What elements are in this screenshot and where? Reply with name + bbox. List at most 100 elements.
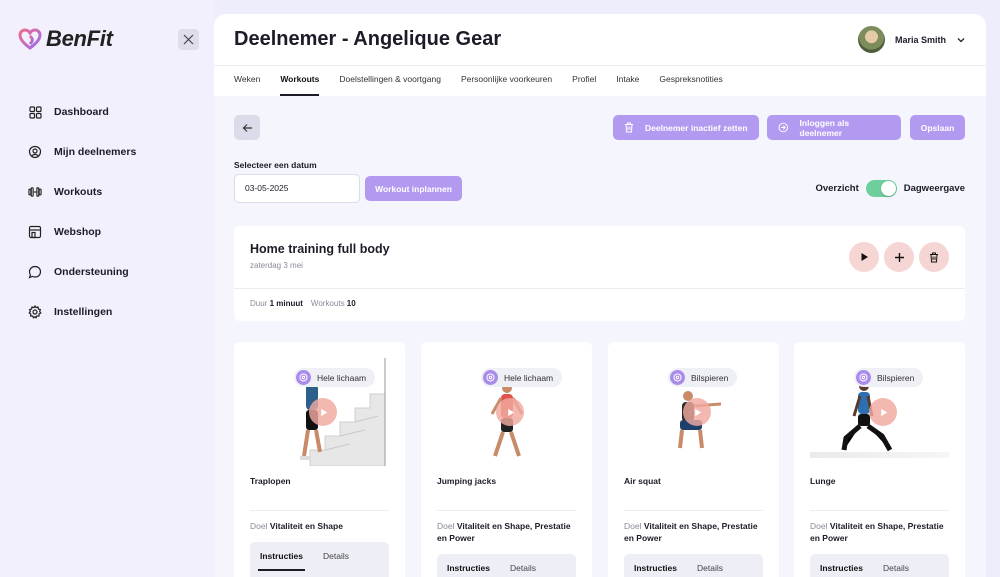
- grid-icon: [28, 105, 42, 119]
- sidebar-item-label: Instellingen: [54, 306, 113, 318]
- exercise-goal: Doel Vitaliteit en Shape, Prestatie en P…: [624, 521, 758, 543]
- exercise-card[interactable]: Bilspieren Lunge Doel Vitaliteit en Shap…: [794, 342, 965, 577]
- add-exercise-button[interactable]: [884, 242, 914, 272]
- sidebar-item-webshop[interactable]: Webshop: [28, 212, 136, 252]
- tab-profiel[interactable]: Profiel: [572, 66, 596, 97]
- duration: Duur 1 minuut: [250, 299, 303, 308]
- tab-instructies[interactable]: Instructies: [820, 554, 863, 577]
- gear-icon: [28, 305, 42, 319]
- sidebar-item-mijn-deelnemers[interactable]: Mijn deelnemers: [28, 132, 136, 172]
- play-icon: [694, 408, 701, 416]
- tab-details[interactable]: Details: [697, 554, 723, 577]
- play-video-button[interactable]: [496, 398, 524, 426]
- play-icon: [880, 408, 887, 416]
- tab-gespreksnotities[interactable]: Gespreksnotities: [659, 66, 722, 97]
- user-menu[interactable]: Maria Smith: [857, 26, 966, 53]
- sidebar-item-label: Workouts: [54, 186, 103, 198]
- people-icon: [28, 145, 42, 159]
- play-workout-button[interactable]: [849, 242, 879, 272]
- sidebar-close-button[interactable]: [178, 29, 199, 50]
- view-toggle: Overzicht Dagweergave: [815, 180, 965, 197]
- sidebar-nav: Dashboard Mijn deelnemers Workouts Websh…: [28, 92, 136, 332]
- exercise-name: Jumping jacks: [437, 476, 497, 486]
- muscle-group-badge: Hele lichaam: [294, 368, 376, 387]
- sidebar-item-dashboard[interactable]: Dashboard: [28, 92, 136, 132]
- tab-persoonlijke-voorkeuren[interactable]: Persoonlijke voorkeuren: [461, 66, 552, 97]
- play-icon: [507, 408, 514, 416]
- close-icon: [183, 34, 194, 45]
- exercise-card[interactable]: Hele lichaam Traplopen Doel Vitaliteit e…: [234, 342, 405, 577]
- brand-logo[interactable]: BenFit: [18, 26, 113, 52]
- page-header: Deelnemer - Angelique Gear Maria Smith: [214, 14, 986, 65]
- chevron-down-icon: [957, 37, 965, 42]
- target-icon: [296, 370, 311, 385]
- exercise-video-thumbnail[interactable]: Bilspieren: [810, 358, 949, 466]
- toggle-knob: [880, 181, 896, 196]
- target-icon: [856, 370, 871, 385]
- sidebar-item-instellingen[interactable]: Instellingen: [28, 292, 136, 332]
- schedule-workout-button[interactable]: Workout inplannen: [365, 176, 462, 201]
- workout-date: zaterdag 3 mei: [250, 261, 303, 270]
- tab-instructies[interactable]: Instructies: [447, 554, 490, 577]
- play-video-button[interactable]: [309, 398, 337, 426]
- badge-label: Hele lichaam: [504, 372, 554, 383]
- play-video-button[interactable]: [869, 398, 897, 426]
- exercise-video-thumbnail[interactable]: Bilspieren: [624, 358, 763, 466]
- trash-icon: [930, 252, 938, 262]
- date-picker-label: Selecteer een datum: [234, 160, 317, 170]
- badge-label: Hele lichaam: [317, 372, 367, 383]
- exercise-card[interactable]: Bilspieren Air squat Doel Vitaliteit en …: [608, 342, 779, 577]
- tab-details[interactable]: Details: [883, 554, 909, 577]
- login-as-label: Inloggen als deelnemer: [799, 117, 850, 138]
- view-toggle-switch[interactable]: [865, 180, 897, 197]
- login-icon: [778, 122, 789, 133]
- exercise-card[interactable]: Hele lichaam Jumping jacks Doel Vitalite…: [421, 342, 592, 577]
- tab-doelstellingen[interactable]: Doelstellingen & voortgang: [339, 66, 441, 97]
- exercise-name: Lunge: [810, 476, 836, 486]
- back-button[interactable]: [234, 115, 260, 140]
- tab-instructies[interactable]: Instructies: [634, 554, 677, 577]
- exercise-tabs: Instructies Details: [624, 554, 763, 577]
- tab-details[interactable]: Details: [510, 554, 536, 577]
- sidebar-item-workouts[interactable]: Workouts: [28, 172, 136, 212]
- muscle-group-badge: Bilspieren: [854, 368, 924, 387]
- heart-logo-icon: [18, 28, 42, 50]
- toggle-left-label: Overzicht: [815, 183, 859, 194]
- sidebar: BenFit Dashboard Mijn deelnemers Workout…: [0, 0, 214, 577]
- arrow-left-icon: [242, 123, 252, 132]
- divider: [437, 510, 576, 511]
- sidebar-item-label: Dashboard: [54, 106, 109, 118]
- plus-icon: [894, 252, 904, 262]
- target-icon: [670, 370, 685, 385]
- tab-intake[interactable]: Intake: [616, 66, 639, 97]
- sidebar-item-label: Ondersteuning: [54, 266, 129, 278]
- sidebar-item-ondersteuning[interactable]: Ondersteuning: [28, 252, 136, 292]
- login-as-participant-button[interactable]: Inloggen als deelnemer: [767, 115, 901, 140]
- tab-weken[interactable]: Weken: [234, 66, 260, 97]
- badge-label: Bilspieren: [877, 372, 915, 383]
- workout-title: Home training full body: [250, 242, 390, 256]
- muscle-group-badge: Hele lichaam: [481, 368, 563, 387]
- exercise-video-thumbnail[interactable]: Hele lichaam: [250, 358, 389, 466]
- play-video-button[interactable]: [683, 398, 711, 426]
- dumbbell-icon: [28, 185, 42, 199]
- muscle-group-badge: Bilspieren: [668, 368, 738, 387]
- exercise-tabs: Instructies Details: [437, 554, 576, 577]
- exercise-name: Traplopen: [250, 476, 291, 486]
- exercise-goal: Doel Vitaliteit en Shape: [250, 521, 343, 531]
- sidebar-item-label: Mijn deelnemers: [54, 146, 137, 158]
- save-button[interactable]: Opslaan: [910, 115, 965, 140]
- tab-details[interactable]: Details: [323, 542, 349, 577]
- tab-workouts[interactable]: Workouts: [280, 66, 320, 97]
- tab-instructies[interactable]: Instructies: [258, 542, 305, 577]
- store-icon: [28, 225, 42, 239]
- sidebar-item-label: Webshop: [54, 226, 102, 238]
- workout-count: Workouts 10: [310, 299, 356, 308]
- workout-summary-card: Home training full body zaterdag 3 mei D…: [234, 226, 965, 321]
- page-title: Deelnemer - Angelique Gear: [234, 28, 502, 50]
- date-input[interactable]: 03-05-2025: [234, 174, 360, 203]
- exercise-tabs: Instructies Details: [810, 554, 949, 577]
- deactivate-participant-button[interactable]: Deelnemer inactief zetten: [613, 115, 759, 140]
- delete-workout-button[interactable]: [919, 242, 949, 272]
- exercise-video-thumbnail[interactable]: Hele lichaam: [437, 358, 576, 466]
